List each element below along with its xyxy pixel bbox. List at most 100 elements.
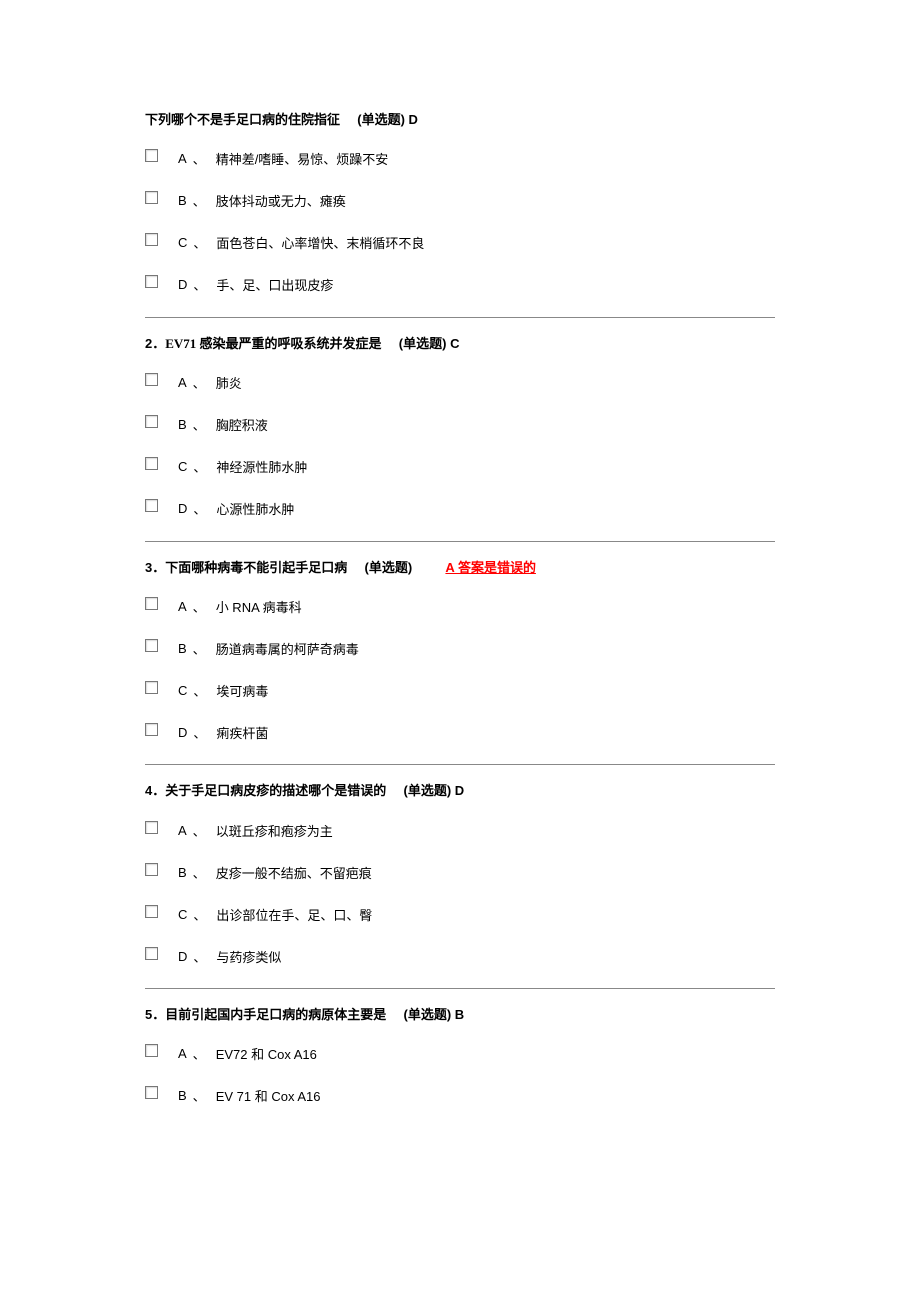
checkbox-icon[interactable] bbox=[145, 863, 158, 876]
question-type: (单选题) bbox=[365, 560, 413, 575]
question-block: 3．下面哪种病毒不能引起手足口病 (单选题) A 答案是错误的 A 、 小 RN… bbox=[145, 558, 775, 743]
option-row: C 、 面色苍白、心率增快、末梢循环不良 bbox=[145, 233, 775, 253]
checkbox-icon[interactable] bbox=[145, 415, 158, 428]
option-text: EV 71 和 Cox A16 bbox=[216, 1086, 321, 1105]
question-title: 3．下面哪种病毒不能引起手足口病 (单选题) A 答案是错误的 bbox=[145, 558, 775, 579]
question-text: EV71 感染最严重的呼吸系统并发症是 bbox=[165, 336, 381, 351]
option-letter: D bbox=[178, 277, 187, 292]
option-row: B 、 肢体抖动或无力、瘫痪 bbox=[145, 191, 775, 211]
option-letter: C bbox=[178, 907, 187, 922]
option-separator: 、 bbox=[193, 191, 206, 210]
document-page: 下列哪个不是手足口病的住院指征 (单选题) D A 、 精神差/嗜睡、易惊、烦躁… bbox=[0, 0, 920, 1188]
option-separator: 、 bbox=[193, 499, 206, 518]
option-row: A 、 精神差/嗜睡、易惊、烦躁不安 bbox=[145, 149, 775, 169]
question-block: 4．关于手足口病皮疹的描述哪个是错误的 (单选题) D A 、 以斑丘疹和疱疹为… bbox=[145, 781, 775, 966]
option-separator: 、 bbox=[193, 947, 206, 966]
question-title: 2．EV71 感染最严重的呼吸系统并发症是 (单选题) C bbox=[145, 334, 775, 355]
option-separator: 、 bbox=[193, 275, 206, 294]
question-text: 下列哪个不是手足口病的住院指征 bbox=[145, 112, 340, 127]
option-text: 心源性肺水肿 bbox=[216, 499, 294, 518]
option-letter: C bbox=[178, 459, 187, 474]
checkbox-icon[interactable] bbox=[145, 1086, 158, 1099]
option-text: 面色苍白、心率增快、末梢循环不良 bbox=[216, 233, 424, 252]
option-row: D 、 手、足、口出现皮疹 bbox=[145, 275, 775, 295]
option-row: C 、 出诊部位在手、足、口、臀 bbox=[145, 904, 775, 924]
option-row: A 、 小 RNA 病毒科 bbox=[145, 596, 775, 616]
option-row: B 、 肠道病毒属的柯萨奇病毒 bbox=[145, 638, 775, 658]
checkbox-icon[interactable] bbox=[145, 905, 158, 918]
question-text: 关于手足口病皮疹的描述哪个是错误的 bbox=[165, 783, 386, 798]
divider bbox=[145, 541, 775, 542]
option-separator: 、 bbox=[193, 1044, 206, 1063]
checkbox-icon[interactable] bbox=[145, 597, 158, 610]
checkbox-icon[interactable] bbox=[145, 275, 158, 288]
question-answer: C bbox=[446, 336, 459, 351]
question-answer: B bbox=[451, 1007, 464, 1022]
option-row: B 、 胸腔积液 bbox=[145, 415, 775, 435]
option-separator: 、 bbox=[193, 639, 206, 658]
option-row: A 、 EV72 和 Cox A16 bbox=[145, 1044, 775, 1064]
option-separator: 、 bbox=[193, 905, 206, 924]
question-answer: D bbox=[405, 112, 418, 127]
checkbox-icon[interactable] bbox=[145, 233, 158, 246]
option-text: 痢疾杆菌 bbox=[216, 723, 268, 742]
checkbox-icon[interactable] bbox=[145, 681, 158, 694]
option-letter: C bbox=[178, 683, 187, 698]
option-text: 埃可病毒 bbox=[216, 681, 268, 700]
option-text: 出诊部位在手、足、口、臀 bbox=[216, 905, 372, 924]
question-note: A 答案是错误的 bbox=[445, 560, 536, 575]
option-row: D 、 痢疾杆菌 bbox=[145, 722, 775, 742]
option-letter: D bbox=[178, 949, 187, 964]
option-text: 皮疹一般不结痂、不留疤痕 bbox=[216, 863, 372, 882]
question-block: 5．目前引起国内手足口病的病原体主要是 (单选题) B A 、 EV72 和 C… bbox=[145, 1005, 775, 1106]
option-letter: B bbox=[178, 417, 187, 432]
question-number: 2． bbox=[145, 336, 165, 351]
option-separator: 、 bbox=[193, 821, 206, 840]
checkbox-icon[interactable] bbox=[145, 639, 158, 652]
option-separator: 、 bbox=[193, 373, 206, 392]
option-separator: 、 bbox=[193, 233, 206, 252]
option-text: EV72 和 Cox A16 bbox=[216, 1044, 317, 1063]
option-text: 以斑丘疹和疱疹为主 bbox=[216, 821, 333, 840]
option-row: B 、 皮疹一般不结痂、不留疤痕 bbox=[145, 862, 775, 882]
option-letter: C bbox=[178, 235, 187, 250]
option-separator: 、 bbox=[193, 149, 206, 168]
checkbox-icon[interactable] bbox=[145, 457, 158, 470]
option-row: C 、 埃可病毒 bbox=[145, 680, 775, 700]
checkbox-icon[interactable] bbox=[145, 373, 158, 386]
divider bbox=[145, 988, 775, 989]
question-type: (单选题) bbox=[404, 783, 452, 798]
option-row: A 、 以斑丘疹和疱疹为主 bbox=[145, 820, 775, 840]
option-row: B 、 EV 71 和 Cox A16 bbox=[145, 1086, 775, 1106]
option-text: 手、足、口出现皮疹 bbox=[216, 275, 333, 294]
option-letter: D bbox=[178, 725, 187, 740]
option-separator: 、 bbox=[193, 415, 206, 434]
option-letter: A bbox=[178, 823, 187, 838]
option-row: C 、 神经源性肺水肿 bbox=[145, 457, 775, 477]
option-separator: 、 bbox=[193, 723, 206, 742]
option-text: 胸腔积液 bbox=[216, 415, 268, 434]
checkbox-icon[interactable] bbox=[145, 499, 158, 512]
checkbox-icon[interactable] bbox=[145, 149, 158, 162]
checkbox-icon[interactable] bbox=[145, 191, 158, 204]
option-separator: 、 bbox=[193, 1086, 206, 1105]
option-row: D 、 心源性肺水肿 bbox=[145, 499, 775, 519]
option-letter: B bbox=[178, 1088, 187, 1103]
question-title: 下列哪个不是手足口病的住院指征 (单选题) D bbox=[145, 110, 775, 131]
question-type: (单选题) bbox=[399, 336, 447, 351]
divider bbox=[145, 317, 775, 318]
checkbox-icon[interactable] bbox=[145, 1044, 158, 1057]
checkbox-icon[interactable] bbox=[145, 723, 158, 736]
question-answer: D bbox=[451, 783, 464, 798]
option-text: 肠道病毒属的柯萨奇病毒 bbox=[216, 639, 359, 658]
divider bbox=[145, 764, 775, 765]
question-type: (单选题) bbox=[357, 112, 405, 127]
checkbox-icon[interactable] bbox=[145, 947, 158, 960]
option-letter: A bbox=[178, 599, 187, 614]
question-block: 下列哪个不是手足口病的住院指征 (单选题) D A 、 精神差/嗜睡、易惊、烦躁… bbox=[145, 110, 775, 295]
checkbox-icon[interactable] bbox=[145, 821, 158, 834]
question-type: (单选题) bbox=[404, 1007, 452, 1022]
question-number: 3． bbox=[145, 560, 165, 575]
option-separator: 、 bbox=[193, 863, 206, 882]
option-letter: B bbox=[178, 641, 187, 656]
